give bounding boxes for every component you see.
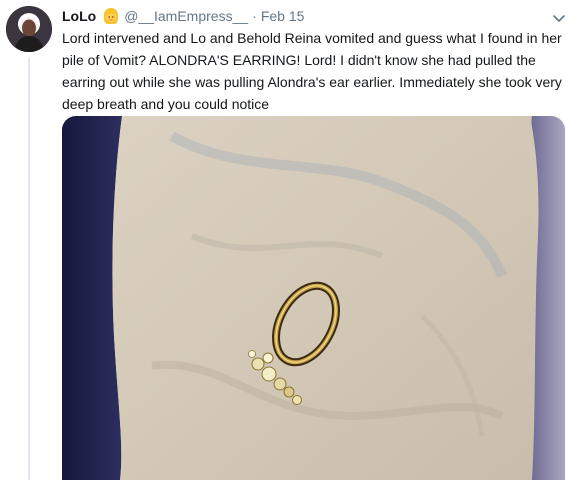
chevron-down-icon[interactable] [551, 10, 567, 26]
tweet-text: Lord intervened and Lo and Behold Reina … [62, 30, 562, 112]
thread-line [28, 58, 30, 480]
display-name[interactable]: LoLo [62, 7, 96, 25]
tweet-photo[interactable] [62, 116, 565, 480]
separator-dot: · [252, 8, 257, 24]
user-handle[interactable]: @__IamEmpress__ [124, 7, 248, 25]
tweet-date[interactable]: Feb 15 [261, 7, 305, 25]
avatar[interactable] [6, 6, 52, 52]
tweet-content: LoLo @__IamEmpress__ · Feb 15 Lord inter… [62, 6, 573, 115]
person-blond-hair-emoji-icon [102, 7, 120, 25]
tweet[interactable]: LoLo @__IamEmpress__ · Feb 15 Lord inter… [0, 0, 583, 480]
tweet-header: LoLo @__IamEmpress__ · Feb 15 [62, 6, 573, 26]
